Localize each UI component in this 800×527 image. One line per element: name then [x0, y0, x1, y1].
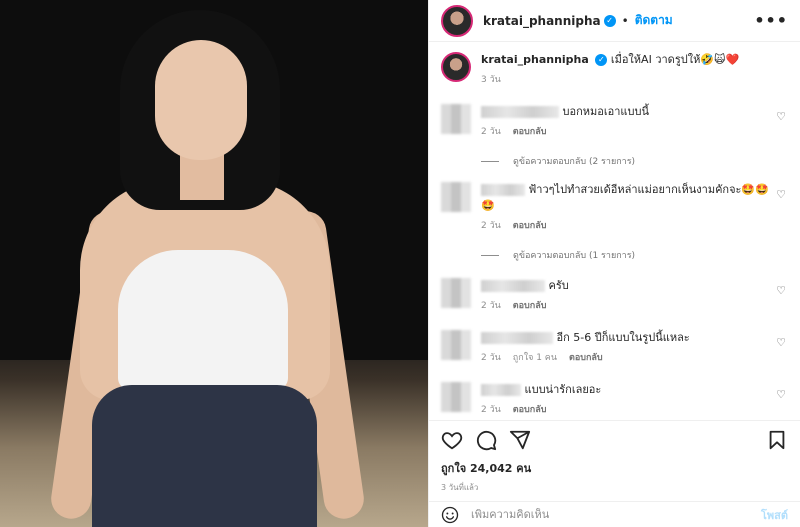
view-replies-button[interactable]: ดูข้อความตอบกลับ (1 รายการ)	[481, 248, 788, 262]
comment-input[interactable]	[471, 508, 761, 521]
photo-figure-face	[155, 40, 247, 160]
view-replies-label[interactable]: ดูข้อความตอบกลับ (1 รายการ)	[513, 248, 635, 262]
photo-figure-top	[118, 250, 288, 390]
more-options-icon[interactable]: •••	[754, 11, 788, 30]
comment-time[interactable]: 2 วัน	[481, 221, 501, 231]
comment-text: แบบน่ารักเลยอะ	[524, 383, 602, 396]
reply-button[interactable]: ตอบกลับ	[569, 353, 603, 363]
post-actions: ถูกใจ 24,042 คน 3 วันที่แล้ว	[429, 420, 800, 494]
comment-item: อีก 5-6 ปีก็แบบในรูปนี้แหละ 2 วัน ถูกใจ 1…	[441, 330, 788, 366]
comments-list[interactable]: kratai_phannipha ✓ เมื่อให้AI วาดรูปให้🤣…	[429, 42, 800, 418]
post-date: 3 วันที่แล้ว	[441, 483, 479, 492]
comment-text: บอกหมอเอาแบบนี้	[562, 105, 649, 118]
like-comment-heart-icon[interactable]: ♡	[776, 388, 786, 401]
comment-time[interactable]: 2 วัน	[481, 405, 501, 415]
commenter-name-blurred[interactable]	[481, 280, 545, 292]
post-photo[interactable]	[0, 0, 428, 527]
photo-figure-jeans	[92, 385, 317, 527]
post-sidebar: kratai_phannipha ✓ • ติดตาม ••• kratai_p…	[428, 0, 800, 527]
comment-likes-count[interactable]: ถูกใจ 1 คน	[513, 353, 557, 363]
commenter-avatar[interactable]	[441, 182, 471, 212]
share-icon[interactable]	[509, 429, 531, 451]
follow-button[interactable]: ติดตาม	[635, 11, 673, 30]
commenter-avatar[interactable]	[441, 278, 471, 308]
comment-time[interactable]: 2 วัน	[481, 353, 501, 363]
commenter-avatar[interactable]	[441, 330, 471, 360]
reply-button[interactable]: ตอบกลับ	[513, 301, 547, 311]
reply-button[interactable]: ตอบกลับ	[513, 405, 547, 415]
comment-time[interactable]: 2 วัน	[481, 301, 501, 311]
separator-dot: •	[621, 13, 629, 28]
heart-icon[interactable]	[441, 429, 463, 451]
author-username[interactable]: kratai_phannipha	[483, 14, 601, 28]
post-header: kratai_phannipha ✓ • ติดตาม •••	[429, 0, 800, 42]
comment-item: บอกหมอเอาแบบนี้ 2 วัน ตอบกลับ ♡	[441, 104, 788, 140]
comment-text: ครับ	[548, 279, 569, 292]
replies-line	[481, 160, 499, 162]
replies-line	[481, 254, 499, 256]
verified-badge-icon: ✓	[603, 14, 616, 27]
caption-username[interactable]: kratai_phannipha	[481, 53, 589, 66]
reply-button[interactable]: ตอบกลับ	[513, 221, 547, 231]
commenter-name-blurred[interactable]	[481, 184, 525, 196]
view-replies-label[interactable]: ดูข้อความตอบกลับ (2 รายการ)	[513, 154, 635, 168]
post-caption: kratai_phannipha ✓ เมื่อให้AI วาดรูปให้🤣…	[441, 52, 788, 88]
likes-count[interactable]: ถูกใจ 24,042 คน	[441, 459, 788, 477]
instagram-post: kratai_phannipha ✓ • ติดตาม ••• kratai_p…	[0, 0, 800, 527]
commenter-avatar[interactable]	[441, 104, 471, 134]
like-comment-heart-icon[interactable]: ♡	[776, 336, 786, 349]
like-comment-heart-icon[interactable]: ♡	[776, 188, 786, 201]
commenter-avatar[interactable]	[441, 382, 471, 412]
caption-avatar[interactable]	[441, 52, 471, 82]
comment-item: ครับ 2 วัน ตอบกลับ ♡	[441, 278, 788, 314]
reply-button[interactable]: ตอบกลับ	[513, 127, 547, 137]
comment-icon[interactable]	[475, 429, 497, 451]
commenter-name-blurred[interactable]	[481, 332, 553, 344]
view-replies-button[interactable]: ดูข้อความตอบกลับ (2 รายการ)	[481, 154, 788, 168]
like-comment-heart-icon[interactable]: ♡	[776, 110, 786, 123]
comment-text: อีก 5-6 ปีก็แบบในรูปนี้แหละ	[556, 331, 690, 344]
comment-time[interactable]: 2 วัน	[481, 127, 501, 137]
bookmark-icon[interactable]	[766, 429, 788, 451]
post-comment-button[interactable]: โพสต์	[761, 506, 788, 524]
commenter-name-blurred[interactable]	[481, 106, 559, 118]
caption-time[interactable]: 3 วัน	[481, 75, 501, 85]
add-comment-bar: โพสต์	[429, 501, 800, 527]
comment-item: แบบน่ารักเลยอะ 2 วัน ตอบกลับ ♡	[441, 382, 788, 418]
comment-item: ฟ้าวๆไปทำสวยเด้อีหล่าแม่อยากเห็นงามคักจะ…	[441, 182, 788, 234]
emoji-icon[interactable]	[441, 506, 459, 524]
caption-text: เมื่อให้AI วาดรูปให้🤣🙀❤️	[610, 53, 740, 66]
author-avatar[interactable]	[441, 4, 473, 37]
like-comment-heart-icon[interactable]: ♡	[776, 284, 786, 297]
verified-badge-icon: ✓	[595, 54, 608, 66]
commenter-name-blurred[interactable]	[481, 384, 521, 396]
